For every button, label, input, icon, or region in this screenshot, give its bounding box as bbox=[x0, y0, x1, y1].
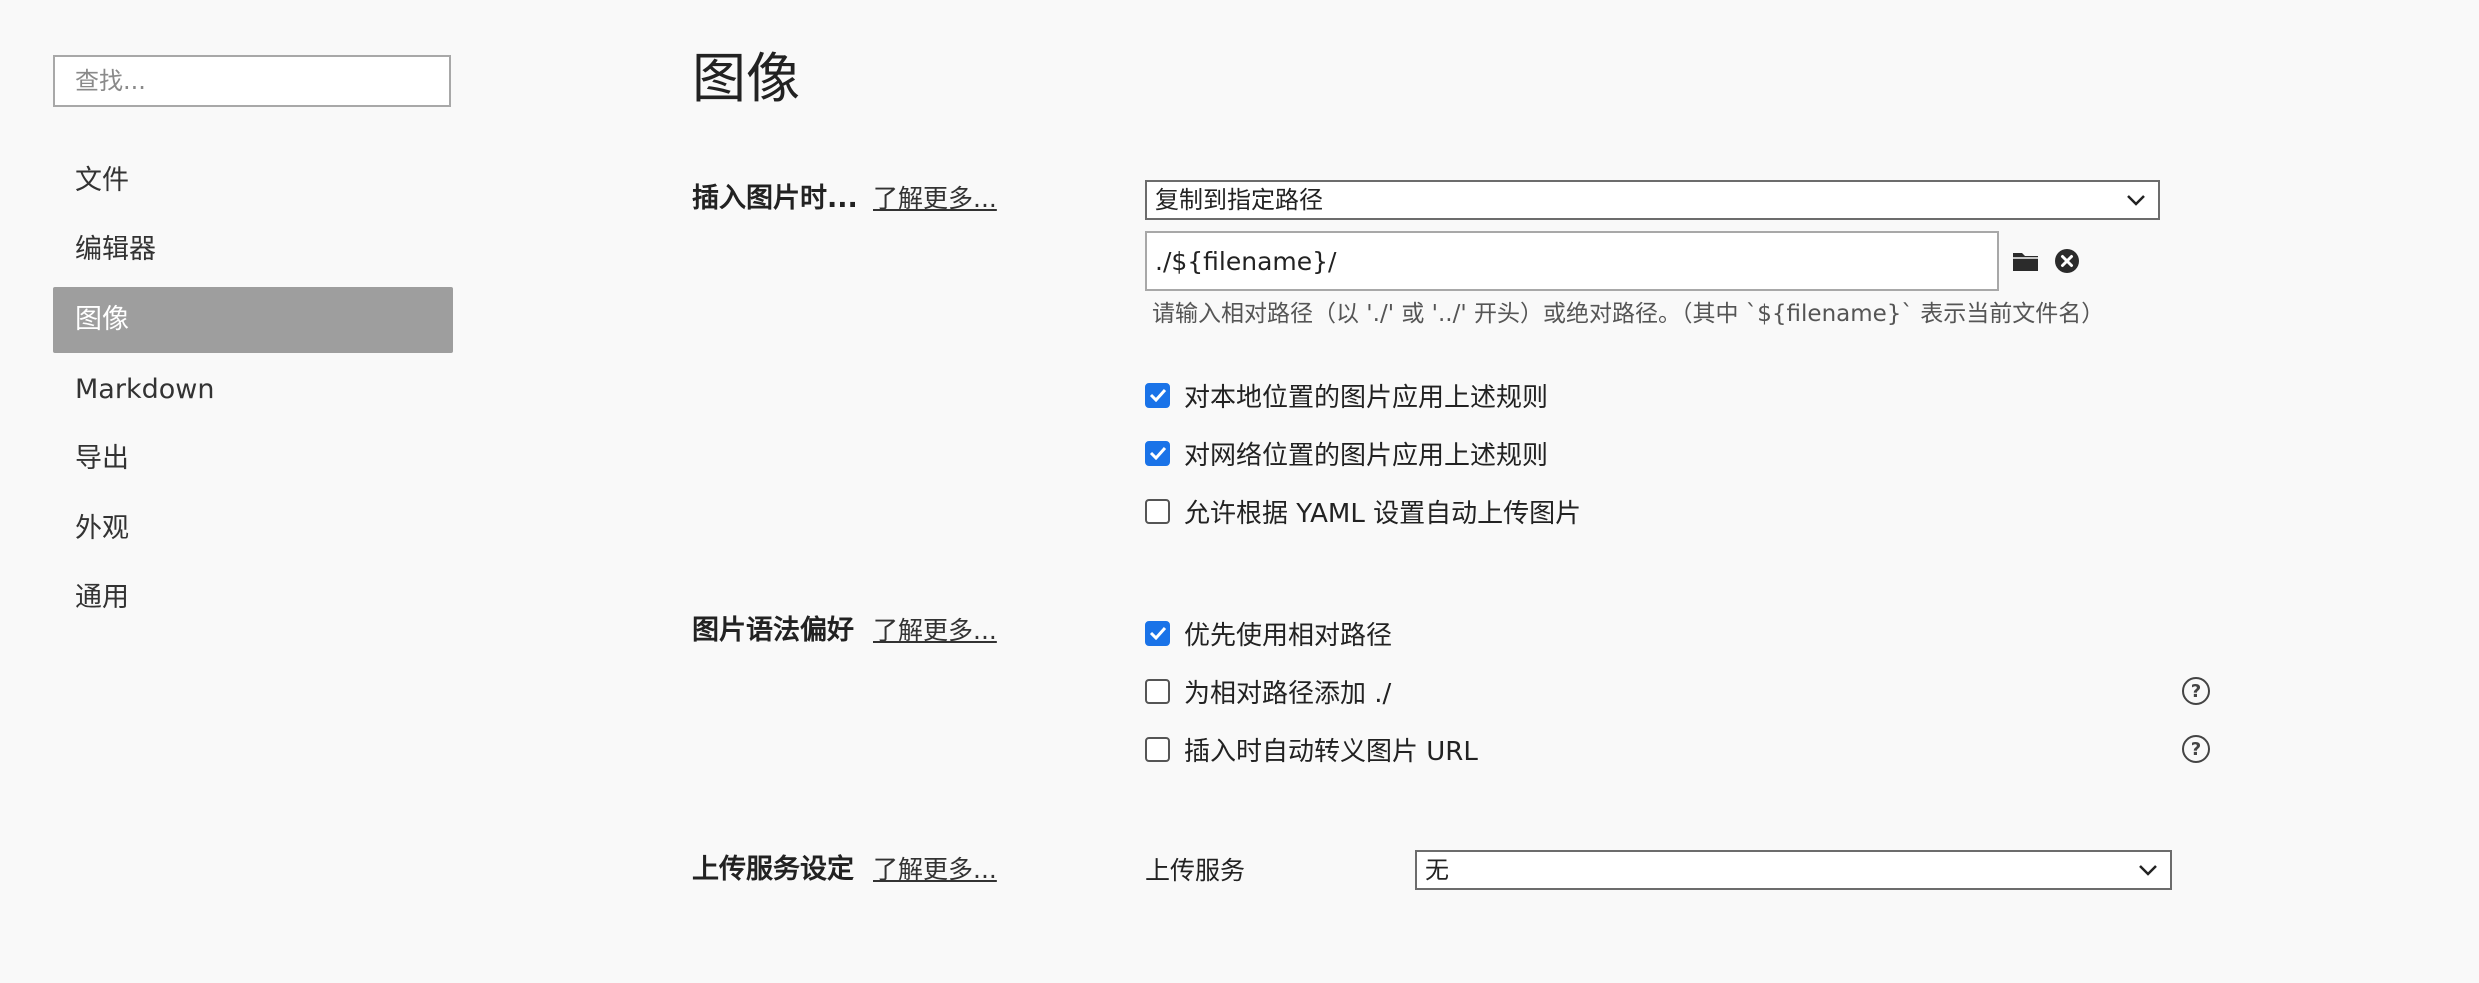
checkbox-label: 对网络位置的图片应用上述规则 bbox=[1184, 440, 1549, 471]
sidebar-item-editor[interactable]: 编辑器 bbox=[53, 217, 453, 283]
upload-service-select-value: 无 bbox=[1425, 856, 1449, 884]
checkbox-box bbox=[1145, 498, 1170, 524]
checkbox-label: 对本地位置的图片应用上述规则 bbox=[1184, 382, 1549, 413]
upload-service-section-label: 上传服务设定 bbox=[692, 854, 854, 885]
search-input[interactable] bbox=[53, 55, 451, 107]
apply-local-images-checkbox[interactable]: 对本地位置的图片应用上述规则 bbox=[1145, 375, 1548, 415]
sidebar-item-file[interactable]: 文件 bbox=[53, 148, 453, 214]
checkmark-icon bbox=[1145, 382, 1170, 408]
folder-icon[interactable] bbox=[2011, 247, 2041, 275]
upload-service-learn-more-link[interactable]: 了解更多... bbox=[873, 850, 997, 890]
sidebar-item-image[interactable]: 图像 bbox=[53, 287, 453, 353]
checkbox-label: 优先使用相对路径 bbox=[1184, 620, 1393, 651]
insert-action-select-value: 复制到指定路径 bbox=[1155, 186, 1323, 214]
image-path-input[interactable] bbox=[1145, 231, 1999, 291]
prefer-relative-path-checkbox[interactable]: 优先使用相对路径 bbox=[1145, 613, 1392, 653]
question-circle-icon[interactable]: ? bbox=[2182, 735, 2210, 763]
checkmark-icon bbox=[1145, 440, 1170, 466]
checkbox-box bbox=[1145, 736, 1170, 762]
insert-image-learn-more-link[interactable]: 了解更多... bbox=[873, 179, 997, 219]
chevron-down-icon bbox=[2138, 852, 2158, 888]
checkbox-label: 为相对路径添加 ./ bbox=[1184, 678, 1392, 709]
escape-image-url-checkbox[interactable]: 插入时自动转义图片 URL bbox=[1145, 729, 1478, 769]
sidebar-item-markdown[interactable]: Markdown bbox=[53, 357, 453, 423]
yaml-auto-upload-checkbox[interactable]: 允许根据 YAML 设置自动上传图片 bbox=[1145, 491, 1581, 531]
path-hint-text: 请输入相对路径（以 './' 或 '../' 开头）或绝对路径。（其中 `${f… bbox=[1152, 301, 2105, 327]
insert-image-section-label: 插入图片时... bbox=[692, 183, 858, 214]
sidebar-item-export[interactable]: 导出 bbox=[53, 426, 453, 492]
preferences-window: 文件 编辑器 图像 Markdown 导出 外观 通用 图像 插入图片时... … bbox=[0, 0, 2479, 983]
apply-network-images-checkbox[interactable]: 对网络位置的图片应用上述规则 bbox=[1145, 433, 1548, 473]
checkbox-box bbox=[1145, 678, 1170, 704]
checkbox-label: 插入时自动转义图片 URL bbox=[1184, 736, 1478, 767]
page-title: 图像 bbox=[692, 47, 800, 110]
checkbox-label: 允许根据 YAML 设置自动上传图片 bbox=[1184, 498, 1582, 529]
syntax-preference-section-label: 图片语法偏好 bbox=[692, 615, 854, 646]
upload-service-select[interactable]: 无 bbox=[1415, 850, 2172, 890]
checkmark-icon bbox=[1145, 620, 1170, 646]
syntax-preference-learn-more-link[interactable]: 了解更多... bbox=[873, 611, 997, 651]
insert-action-select[interactable]: 复制到指定路径 bbox=[1145, 180, 2160, 220]
add-dot-slash-checkbox[interactable]: 为相对路径添加 ./ bbox=[1145, 671, 1391, 711]
upload-service-label: 上传服务 bbox=[1145, 856, 1246, 885]
close-circle-icon[interactable] bbox=[2053, 247, 2081, 275]
sidebar-item-general[interactable]: 通用 bbox=[53, 565, 453, 631]
sidebar-item-appearance[interactable]: 外观 bbox=[53, 496, 453, 562]
question-circle-icon[interactable]: ? bbox=[2182, 677, 2210, 705]
chevron-down-icon bbox=[2126, 182, 2146, 218]
